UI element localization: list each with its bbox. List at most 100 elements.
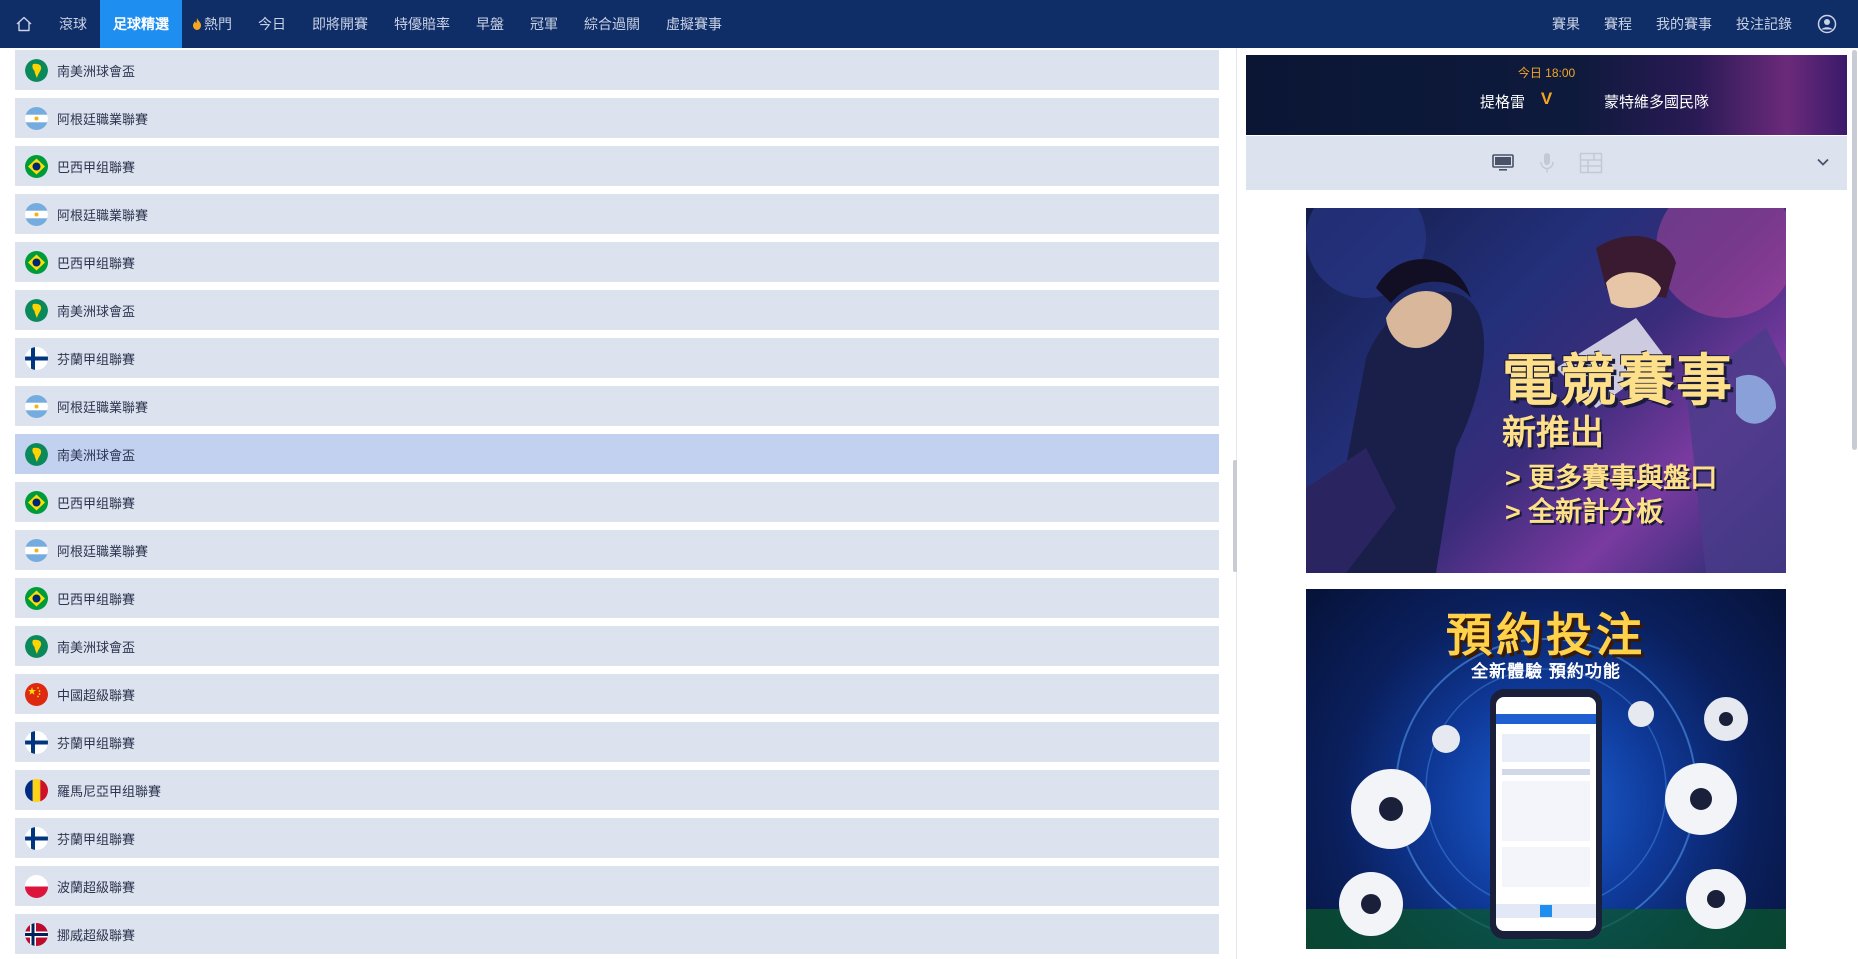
microphone-icon (1539, 153, 1554, 173)
nav-item-special-odds[interactable]: 特優賠率 (381, 0, 463, 48)
finland-flag-icon (25, 346, 48, 370)
league-row[interactable]: 挪威超級聯賽 (15, 914, 1219, 954)
nav-item-upcoming[interactable]: 即將開賽 (299, 0, 381, 48)
south-america-flag-icon (25, 298, 48, 322)
league-row[interactable]: 阿根廷職業聯賽 (15, 530, 1219, 570)
league-name: 巴西甲组聯賽 (57, 255, 136, 271)
chevron-down-icon (1817, 158, 1829, 166)
live-stream-button[interactable] (1481, 148, 1525, 178)
nav-item-schedule[interactable]: 賽程 (1592, 0, 1644, 48)
nav-item-results[interactable]: 賽果 (1540, 0, 1592, 48)
away-team: 蒙特維多國民隊 (1604, 94, 1710, 111)
league-name: 巴西甲组聯賽 (57, 495, 136, 511)
nav-item-inplay[interactable]: 滾球 (46, 0, 100, 48)
league-row[interactable]: 巴西甲组聯賽 (15, 146, 1219, 186)
user-icon (1817, 14, 1837, 34)
nav-item-early[interactable]: 早盤 (463, 0, 517, 48)
league-name: 南美洲球會盃 (57, 447, 136, 463)
league-row[interactable]: 阿根廷職業聯賽 (15, 386, 1219, 426)
nav-item-my-events[interactable]: 我的賽事 (1644, 0, 1724, 48)
league-row[interactable]: 巴西甲组聯賽 (15, 242, 1219, 282)
league-name: 中國超級聯賽 (57, 687, 136, 703)
argentina-flag-icon (25, 538, 48, 562)
brazil-flag-icon (25, 250, 48, 274)
league-row[interactable]: 巴西甲组聯賽 (15, 482, 1219, 522)
scoreboard-button[interactable] (1569, 148, 1613, 178)
finland-flag-icon (25, 730, 48, 754)
finland-flag-icon (25, 826, 48, 850)
brazil-flag-icon (25, 154, 48, 178)
reserve-bet-banner-subtitle: 全新體驗 預約功能 (1471, 662, 1621, 681)
esports-banner-line: > 全新計分板 (1505, 497, 1664, 527)
audio-commentary-button[interactable] (1525, 148, 1569, 178)
argentina-flag-icon (25, 202, 48, 226)
argentina-flag-icon (25, 106, 48, 130)
south-america-flag-icon (25, 58, 48, 82)
league-list-panel: 南美洲球會盃 阿根廷職業聯賽 巴西甲组聯賽 阿根廷職業聯賽 巴西甲组聯賽 南美洲… (0, 48, 1236, 959)
south-america-flag-icon (25, 634, 48, 658)
user-button[interactable] (1804, 0, 1850, 48)
league-name: 阿根廷職業聯賽 (57, 207, 149, 223)
poland-flag-icon (25, 874, 48, 898)
league-list: 南美洲球會盃 阿根廷職業聯賽 巴西甲组聯賽 阿根廷職業聯賽 巴西甲组聯賽 南美洲… (15, 50, 1219, 959)
league-name: 巴西甲组聯賽 (57, 591, 136, 607)
nav-item-parlay[interactable]: 綜合過關 (571, 0, 653, 48)
page-scrollbar[interactable] (1852, 50, 1857, 450)
league-row[interactable]: 中國超級聯賽 (15, 674, 1219, 714)
argentina-flag-icon (25, 394, 48, 418)
nav-item-football-picks[interactable]: 足球精選 (100, 0, 182, 48)
league-row[interactable]: 阿根廷職業聯賽 (15, 98, 1219, 138)
nav-item-hot[interactable]: 熱門 (182, 0, 245, 48)
nav-item-virtual[interactable]: 虛擬賽事 (653, 0, 735, 48)
norway-flag-icon (25, 922, 48, 946)
league-name: 芬蘭甲组聯賽 (57, 735, 136, 751)
league-name: 芬蘭甲组聯賽 (57, 351, 136, 367)
league-name: 南美洲球會盃 (57, 63, 136, 79)
league-row[interactable]: 波蘭超級聯賽 (15, 866, 1219, 906)
league-row-selected[interactable]: 南美洲球會盃 (15, 434, 1219, 474)
china-flag-icon (25, 682, 48, 706)
league-row[interactable]: 南美洲球會盃 (15, 290, 1219, 330)
league-name: 南美洲球會盃 (57, 639, 136, 655)
league-row[interactable]: 芬蘭甲组聯賽 (15, 722, 1219, 762)
league-name: 芬蘭甲组聯賽 (57, 831, 136, 847)
collapse-button[interactable] (1813, 152, 1833, 172)
nav-item-bet-history[interactable]: 投注記錄 (1724, 0, 1804, 48)
reserve-bet-banner[interactable]: 預約投注 全新體驗 預約功能 (1306, 589, 1786, 949)
league-name: 波蘭超級聯賽 (57, 879, 136, 895)
media-bar (1246, 136, 1847, 190)
brazil-flag-icon (25, 490, 48, 514)
nav-item-outright[interactable]: 冠軍 (517, 0, 571, 48)
league-row[interactable]: 阿根廷職業聯賽 (15, 194, 1219, 234)
league-name: 挪威超級聯賽 (57, 927, 136, 943)
league-name: 羅馬尼亞甲组聯賽 (57, 783, 162, 799)
league-name: 阿根廷職業聯賽 (57, 543, 149, 559)
nav-right: 賽果 賽程 我的賽事 投注記錄 (1540, 0, 1858, 48)
brazil-flag-icon (25, 586, 48, 610)
league-row[interactable]: 南美洲球會盃 (15, 50, 1219, 90)
south-america-flag-icon (25, 442, 48, 466)
right-panel: 今日 18:00 提格雷 V 蒙特維多國民隊 電競賽事 新推出 > 更多賽事與盤… (1237, 48, 1858, 959)
league-row[interactable]: 羅馬尼亞甲组聯賽 (15, 770, 1219, 810)
vs-label: V (1540, 89, 1553, 108)
esports-banner[interactable]: 電競賽事 新推出 > 更多賽事與盤口 > 全新計分板 (1306, 208, 1786, 573)
scoreboard-icon (1579, 152, 1602, 174)
league-row[interactable]: 芬蘭甲组聯賽 (15, 338, 1219, 378)
esports-banner-subtitle: 新推出 (1502, 414, 1604, 452)
fire-icon (193, 18, 201, 30)
league-name: 巴西甲组聯賽 (57, 159, 136, 175)
league-name: 南美洲球會盃 (57, 303, 136, 319)
nav-item-today[interactable]: 今日 (245, 0, 299, 48)
monitor-icon (1491, 154, 1514, 171)
league-name: 阿根廷職業聯賽 (57, 111, 149, 127)
nav-item-hot-label: 熱門 (204, 16, 232, 32)
match-time: 今日 18:00 (1517, 66, 1576, 80)
home-icon (16, 16, 32, 32)
league-row[interactable]: 南美洲球會盃 (15, 626, 1219, 666)
home-button[interactable] (2, 0, 46, 48)
romania-flag-icon (25, 778, 48, 802)
league-name: 阿根廷職業聯賽 (57, 399, 149, 415)
league-row[interactable]: 巴西甲组聯賽 (15, 578, 1219, 618)
league-row[interactable]: 芬蘭甲组聯賽 (15, 818, 1219, 858)
match-card[interactable]: 今日 18:00 提格雷 V 蒙特維多國民隊 (1246, 55, 1847, 135)
